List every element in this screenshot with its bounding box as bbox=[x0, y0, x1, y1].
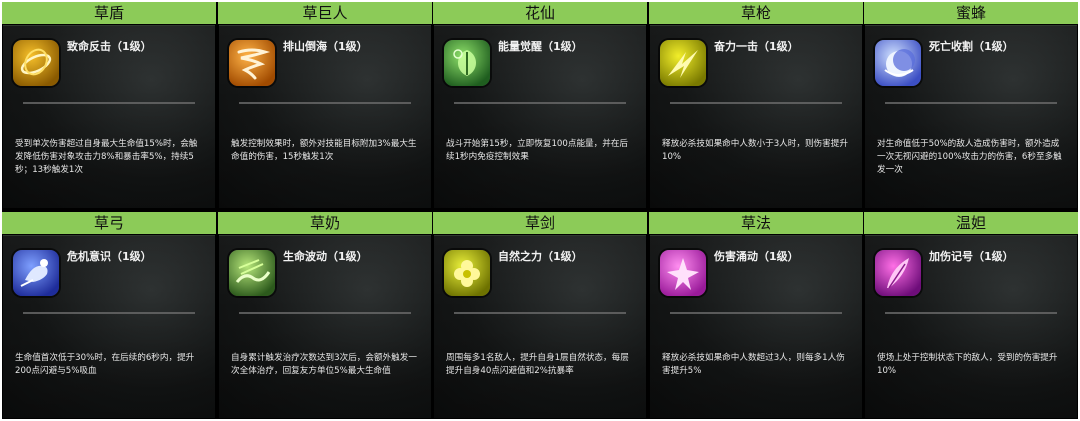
green-leaf-icon bbox=[444, 40, 490, 86]
skill-description: 生命值首次低于30%时，在后续的6秒内，提升200点闪避与5%吸血 bbox=[15, 353, 195, 376]
skill-title: 加伤记号（1级） bbox=[929, 250, 1014, 263]
divider bbox=[239, 102, 411, 104]
skill-description: 释放必杀技如果命中人数小于3人时，则伤害提升10% bbox=[662, 139, 848, 162]
character-name: 草巨人 bbox=[218, 2, 432, 24]
skill-description: 对生命值低于50%的敌人造成伤害时，额外造成一次无视闪避的100%攻击力的伤害，… bbox=[877, 139, 1062, 175]
skill-description: 受到单次伤害超过自身最大生命值15%时，会触发降低伤害对象攻击力8%和暴击率5%… bbox=[15, 139, 198, 175]
skill-title: 生命波动（1级） bbox=[283, 250, 368, 263]
skill-panel: 死亡收割（1级） 对生命值低于50%的敌人造成伤害时，额外造成一次无视闪避的100… bbox=[865, 25, 1077, 208]
skill-title: 致命反击（1级） bbox=[67, 40, 152, 53]
skill-panel: 生命波动（1级） 自身累计触发治疗次数达到3次后，会额外触发一次全体治疗，回复友方… bbox=[219, 235, 431, 418]
skill-description: 自身累计触发治疗次数达到3次后，会额外触发一次全体治疗，回复友方单位5%最大生命… bbox=[231, 353, 417, 376]
green-wave-icon bbox=[229, 250, 275, 296]
orange-tornado-icon bbox=[229, 40, 275, 86]
character-name: 温妲 bbox=[864, 212, 1078, 234]
character-name: 蜜蜂 bbox=[864, 2, 1078, 24]
divider bbox=[885, 312, 1057, 314]
character-name: 草剑 bbox=[433, 212, 647, 234]
divider bbox=[454, 102, 626, 104]
pink-burst-icon bbox=[660, 250, 706, 296]
skill-title: 危机意识（1级） bbox=[67, 250, 152, 263]
divider bbox=[670, 102, 842, 104]
skill-description: 使场上处于控制状态下的敌人，受到的伤害提升10% bbox=[877, 353, 1058, 376]
skill-panel: 加伤记号（1级） 使场上处于控制状态下的敌人，受到的伤害提升10% bbox=[865, 235, 1077, 418]
skill-title: 能量觉醒（1级） bbox=[498, 40, 583, 53]
character-name: 草法 bbox=[649, 212, 863, 234]
divider bbox=[239, 312, 411, 314]
blue-runner-icon bbox=[13, 250, 59, 296]
divider bbox=[23, 312, 195, 314]
blue-moon-icon bbox=[875, 40, 921, 86]
gold-swirl-icon bbox=[13, 40, 59, 86]
skill-description: 战斗开始第15秒，立即恢复100点能量，并在后续1秒内免疫控制效果 bbox=[446, 139, 629, 162]
character-name: 花仙 bbox=[433, 2, 647, 24]
skill-title: 奋力一击（1级） bbox=[714, 40, 799, 53]
skill-panel: 致命反击（1级） 受到单次伤害超过自身最大生命值15%时，会触发降低伤害对象攻击力… bbox=[3, 25, 215, 208]
skill-title: 伤害涌动（1级） bbox=[714, 250, 799, 263]
character-name: 草盾 bbox=[2, 2, 216, 24]
divider bbox=[670, 312, 842, 314]
magenta-feather-icon bbox=[875, 250, 921, 296]
skill-panel: 能量觉醒（1级） 战斗开始第15秒，立即恢复100点能量，并在后续1秒内免疫控制效… bbox=[434, 25, 646, 208]
skill-description: 释放必杀技如果命中人数超过3人，则每多1人伤害提升5% bbox=[662, 353, 845, 376]
skill-description: 触发控制效果时，额外对技能目标附加3%最大生命值的伤害，15秒触发1次 bbox=[231, 139, 417, 162]
skill-panel: 奋力一击（1级） 释放必杀技如果命中人数小于3人时，则伤害提升10% bbox=[650, 25, 862, 208]
character-name: 草奶 bbox=[218, 212, 432, 234]
divider bbox=[23, 102, 195, 104]
skill-title: 死亡收割（1级） bbox=[929, 40, 1014, 53]
divider bbox=[885, 102, 1057, 104]
skill-description: 周围每多1名敌人，提升自身1层自然状态，每层提升自身40点闪避值和2%抗暴率 bbox=[446, 353, 629, 376]
skill-panel: 自然之力（1级） 周围每多1名敌人，提升自身1层自然状态，每层提升自身40点闪避值… bbox=[434, 235, 646, 418]
skill-title: 排山倒海（1级） bbox=[283, 40, 368, 53]
character-name: 草弓 bbox=[2, 212, 216, 234]
character-name: 草枪 bbox=[649, 2, 863, 24]
skill-panel: 排山倒海（1级） 触发控制效果时，额外对技能目标附加3%最大生命值的伤害，15秒触… bbox=[219, 25, 431, 208]
skill-panel: 危机意识（1级） 生命值首次低于30%时，在后续的6秒内，提升200点闪避与5%吸… bbox=[3, 235, 215, 418]
skill-panel: 伤害涌动（1级） 释放必杀技如果命中人数超过3人，则每多1人伤害提升5% bbox=[650, 235, 862, 418]
divider bbox=[454, 312, 626, 314]
yellow-flower-icon bbox=[444, 250, 490, 296]
skill-title: 自然之力（1级） bbox=[498, 250, 583, 263]
yellow-strike-icon bbox=[660, 40, 706, 86]
